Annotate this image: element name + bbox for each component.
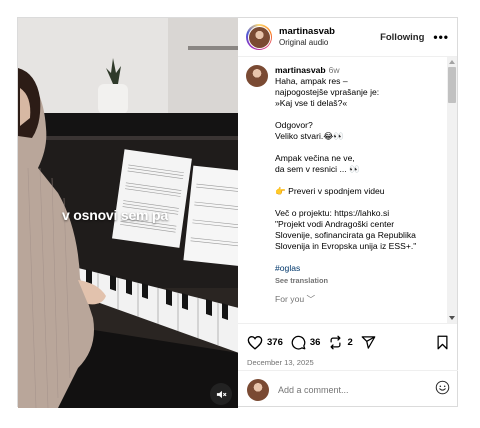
video-player[interactable]: v osnovi sem pa: [18, 18, 238, 408]
caption-timestamp[interactable]: 6w: [329, 65, 340, 75]
like-button[interactable]: [247, 335, 263, 350]
caption-line: Slovenije, sofinancirata ga Republika: [275, 230, 416, 240]
scroll-down-arrow-icon[interactable]: [449, 316, 455, 320]
caption-line: Ampak večina ne ve,: [275, 153, 355, 163]
header-username[interactable]: martinasvab: [279, 26, 335, 38]
comment-bubble-icon: [291, 335, 306, 350]
comment-count[interactable]: 36: [310, 337, 321, 348]
bookmark-icon: [437, 335, 448, 349]
heart-icon: [247, 335, 263, 350]
save-button[interactable]: [436, 335, 449, 350]
caption-username[interactable]: martinasvab: [275, 65, 326, 75]
comment-input[interactable]: [278, 384, 418, 395]
smiley-icon: [435, 380, 450, 394]
repost-button[interactable]: [328, 335, 343, 350]
comment-button[interactable]: [291, 335, 306, 350]
caption-line: »Kaj vse ti delaš?«: [275, 98, 348, 108]
audio-link[interactable]: Original audio: [279, 38, 335, 47]
caption-line: Več o projektu: https://lahko.si: [275, 208, 390, 218]
post-header: martinasvab Original audio Following •••: [238, 18, 457, 57]
post-sidebar: martinasvab Original audio Following •••…: [238, 18, 458, 408]
caption: martinasvab 6w Haha, ampak res – najpogos…: [246, 65, 443, 305]
share-button[interactable]: [361, 335, 376, 350]
following-button[interactable]: Following: [380, 32, 424, 43]
post-container: v osnovi sem pa martinasvab Original aud…: [17, 17, 458, 408]
see-translation-link[interactable]: See translation: [275, 275, 416, 286]
video-caption-overlay: v osnovi sem pa: [62, 207, 168, 223]
scroll-thumb[interactable]: [448, 67, 456, 103]
comments-panel[interactable]: martinasvab 6w Haha, ampak res – najpogos…: [238, 57, 457, 323]
caption-line: Veliko stvari.😂👀: [275, 131, 344, 141]
caption-line: Odgovor?: [275, 120, 313, 130]
comments-scrollbar[interactable]: [447, 57, 457, 323]
repost-icon: [330, 335, 341, 349]
action-bar: 376 36 2 December 13, 2025: [238, 323, 457, 367]
post-date[interactable]: December 13, 2025: [247, 358, 449, 367]
caption-line: Haha, ampak res –: [275, 76, 348, 86]
caption-body: martinasvab 6w Haha, ampak res – najpogos…: [275, 65, 416, 305]
for-you-toggle[interactable]: For you ﹀: [275, 294, 416, 305]
hashtag-link[interactable]: #oglas: [275, 263, 416, 274]
caption-line: da sem v resnici ... 👀: [275, 164, 360, 174]
avatar: [248, 26, 270, 48]
mute-button[interactable]: [210, 383, 232, 405]
caption-avatar[interactable]: [246, 65, 268, 87]
more-options-icon[interactable]: •••: [433, 31, 449, 43]
caption-line: "Projekt vodi Andragoški center: [275, 219, 395, 229]
send-icon: [361, 335, 376, 349]
caption-line: najpogostejše vprašanje je:: [275, 87, 380, 97]
like-count[interactable]: 376: [267, 337, 283, 348]
speaker-muted-icon: [216, 390, 226, 398]
caption-line: 👉 Preveri v spodnjem videu: [275, 186, 385, 196]
current-user-avatar: [247, 378, 269, 401]
story-ring[interactable]: [246, 24, 272, 50]
emoji-button[interactable]: [435, 380, 450, 400]
repost-count[interactable]: 2: [347, 337, 352, 348]
add-comment-bar: [238, 370, 458, 408]
scroll-up-arrow-icon[interactable]: [449, 60, 455, 64]
caption-line: Slovenija in Evropska unija iz ESS+.": [275, 241, 417, 251]
